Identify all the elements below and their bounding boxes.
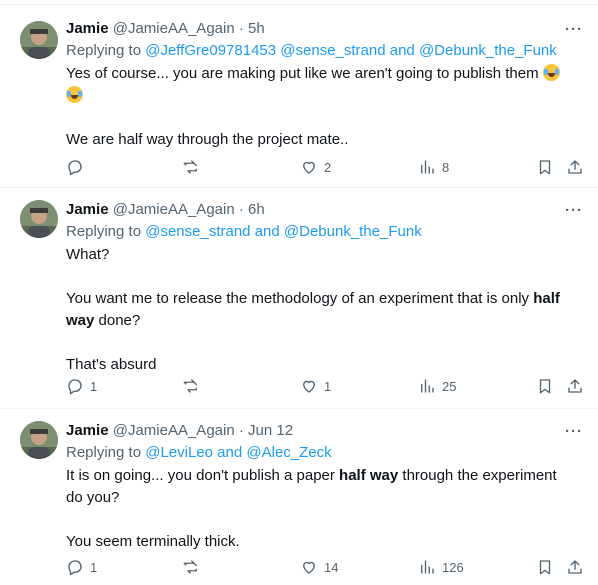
- user-handle[interactable]: @JamieAA_Again: [113, 20, 235, 37]
- avatar[interactable]: [20, 421, 58, 459]
- tweet-text-line: You seem terminally thick.: [66, 533, 240, 550]
- joy-emoji-icon: [542, 64, 560, 81]
- reply-icon: [68, 379, 82, 395]
- bookmark-button[interactable]: [536, 376, 554, 396]
- avatar[interactable]: [20, 200, 58, 238]
- reply-button[interactable]: [66, 157, 90, 177]
- replying-label: Replying to: [66, 223, 142, 240]
- tweet-text-line: That's absurd: [66, 356, 157, 373]
- share-button[interactable]: [566, 157, 584, 177]
- mention-link[interactable]: @sense_strand: [280, 42, 385, 59]
- replying-to: Replying to @sense_strand and @Debunk_th…: [66, 222, 422, 242]
- mention-link[interactable]: @Alec_Zeck: [246, 444, 331, 461]
- view-count: 25: [442, 378, 457, 394]
- views-button[interactable]: 126: [418, 557, 464, 577]
- joy-emoji-icon: [66, 86, 83, 103]
- tweet[interactable]: Jamie @JamieAA_Again · 5h ··· Replying t…: [0, 4, 598, 188]
- tweet-header: Jamie @JamieAA_Again · 5h: [66, 19, 265, 39]
- like-button[interactable]: 14: [300, 557, 338, 577]
- mention-and: and: [254, 223, 280, 240]
- reply-icon: [68, 160, 82, 176]
- tweet[interactable]: Jamie @JamieAA_Again · Jun 12 ··· Replyi…: [0, 409, 598, 585]
- share-icon: [568, 560, 582, 574]
- tweet-header: Jamie @JamieAA_Again · 6h: [66, 200, 265, 220]
- share-icon: [568, 379, 582, 393]
- mention-link[interactable]: @JeffGre09781453: [145, 42, 276, 59]
- like-button[interactable]: 1: [300, 376, 331, 396]
- retweet-icon: [183, 379, 197, 393]
- action-bar: 1 14 126: [66, 557, 586, 577]
- avatar[interactable]: [20, 21, 58, 59]
- mention-and: and: [389, 42, 415, 59]
- like-count: 2: [324, 159, 332, 175]
- tweet[interactable]: Jamie @JamieAA_Again · 6h ··· Replying t…: [0, 188, 598, 409]
- retweet-button[interactable]: [182, 376, 206, 396]
- bookmark-icon: [539, 560, 551, 575]
- mention-link[interactable]: @Debunk_the_Funk: [419, 42, 557, 59]
- views-button[interactable]: 8: [418, 157, 449, 177]
- tweet-text-line: What?: [66, 246, 110, 263]
- timestamp[interactable]: · 6h: [239, 201, 265, 218]
- more-options-button[interactable]: ···: [564, 22, 584, 43]
- reply-button[interactable]: 1: [66, 376, 97, 396]
- tweet-text-line: It is on going... you don't publish a pa…: [66, 467, 340, 484]
- view-count: 126: [442, 559, 464, 575]
- reply-icon: [68, 560, 82, 576]
- tweet-text: Yes of course... you are making put like…: [66, 63, 576, 151]
- share-button[interactable]: [566, 557, 584, 577]
- more-options-button[interactable]: ···: [564, 424, 584, 445]
- retweet-icon: [183, 160, 197, 174]
- user-handle[interactable]: @JamieAA_Again: [113, 422, 235, 439]
- display-name[interactable]: Jamie: [66, 20, 109, 37]
- reply-count: 1: [90, 559, 98, 575]
- tweet-text-line: Yes of course... you are making put like…: [66, 65, 539, 82]
- tweet-text: It is on going... you don't publish a pa…: [66, 465, 576, 553]
- like-icon: [303, 561, 315, 574]
- retweet-button[interactable]: [182, 157, 206, 177]
- tweet-text-line: You want me to release the methodology o…: [66, 290, 534, 307]
- replying-label: Replying to: [66, 42, 142, 59]
- bold-text: half way: [339, 467, 399, 484]
- action-bar: 2 8: [66, 157, 586, 177]
- like-count: 1: [324, 378, 332, 394]
- like-count: 14: [324, 559, 339, 575]
- display-name[interactable]: Jamie: [66, 422, 109, 439]
- bookmark-icon: [539, 379, 551, 394]
- bookmark-button[interactable]: [536, 157, 554, 177]
- replying-label: Replying to: [66, 444, 142, 461]
- action-bar: 1 1 25: [66, 376, 586, 396]
- tweet-text: What? You want me to release the methodo…: [66, 244, 576, 376]
- retweet-button[interactable]: [182, 557, 206, 577]
- views-icon: [421, 560, 434, 574]
- retweet-icon: [183, 560, 197, 574]
- reply-count: 1: [90, 378, 98, 394]
- more-options-button[interactable]: ···: [564, 203, 584, 224]
- views-icon: [421, 160, 434, 174]
- tweet-text-line: done?: [94, 312, 141, 329]
- share-button[interactable]: [566, 376, 584, 396]
- bookmark-icon: [539, 160, 551, 175]
- share-icon: [568, 160, 582, 174]
- bookmark-button[interactable]: [536, 557, 554, 577]
- mention-and: and: [217, 444, 243, 461]
- timestamp[interactable]: · 5h: [239, 20, 265, 37]
- tweet-text-line: We are half way through the project mate…: [66, 131, 349, 148]
- reply-button[interactable]: 1: [66, 557, 97, 577]
- mention-link[interactable]: @sense_strand: [145, 223, 250, 240]
- like-icon: [303, 380, 315, 393]
- views-button[interactable]: 25: [418, 376, 456, 396]
- like-icon: [303, 161, 315, 174]
- views-icon: [421, 379, 434, 393]
- view-count: 8: [442, 159, 450, 175]
- tweet-header: Jamie @JamieAA_Again · Jun 12: [66, 421, 293, 441]
- mention-link[interactable]: @Debunk_the_Funk: [284, 223, 422, 240]
- replying-to: Replying to @LeviLeo and @Alec_Zeck: [66, 443, 332, 463]
- mention-link[interactable]: @LeviLeo: [145, 444, 213, 461]
- user-handle[interactable]: @JamieAA_Again: [113, 201, 235, 218]
- display-name[interactable]: Jamie: [66, 201, 109, 218]
- like-button[interactable]: 2: [300, 157, 331, 177]
- timestamp[interactable]: · Jun 12: [239, 422, 293, 439]
- replying-to: Replying to @JeffGre09781453 @sense_stra…: [66, 41, 557, 61]
